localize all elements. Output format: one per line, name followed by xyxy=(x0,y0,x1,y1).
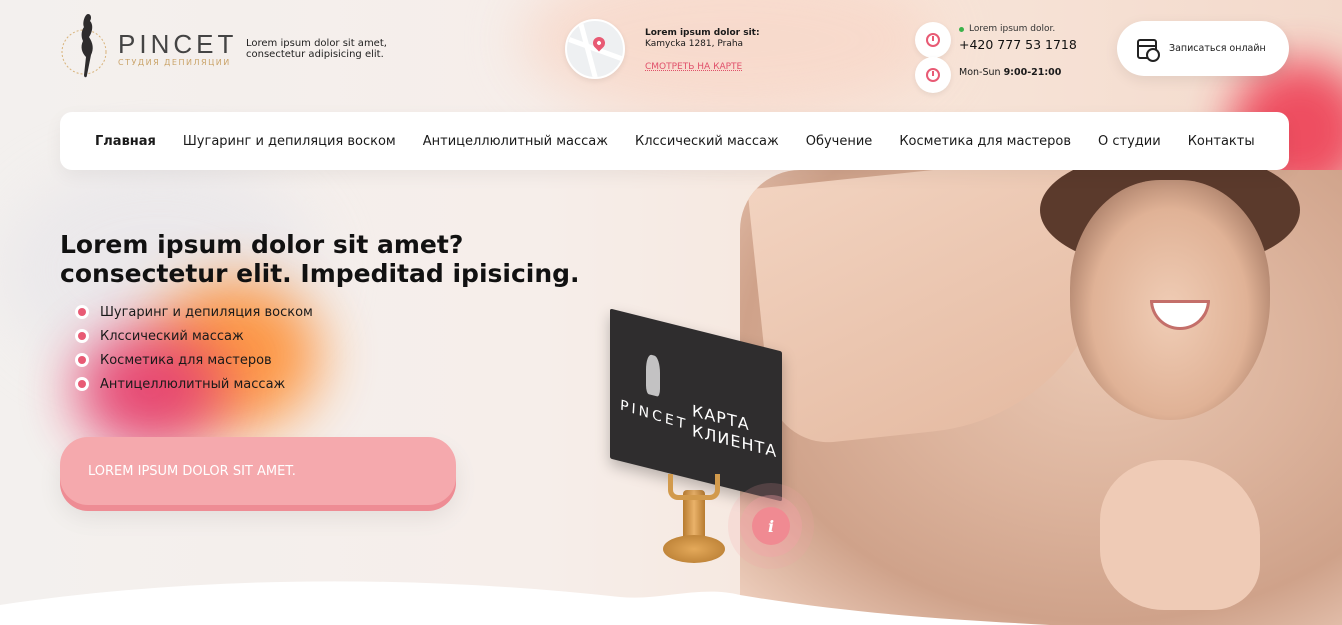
list-item: Антицеллюлитный массаж xyxy=(78,372,313,396)
address-title: Lorem ipsum dolor sit: xyxy=(645,28,760,38)
calendar-icon xyxy=(1137,38,1160,62)
list-item: Косметика для мастеров xyxy=(78,348,313,372)
list-item: Шугаринг и депиляция воском xyxy=(78,300,313,324)
services-list: Шугаринг и депиляция воском Клссический … xyxy=(78,300,313,396)
opening-hours: Mon-Sun 9:00-21:00 xyxy=(959,67,1061,78)
bullet-icon xyxy=(78,380,86,388)
hero-title-part: consectetur elit. xyxy=(60,259,301,288)
card-stand-clip xyxy=(668,474,720,500)
brand-subtitle: СТУДИЯ ДЕПИЛЯЦИИ xyxy=(118,58,231,67)
clock-icon xyxy=(926,68,940,82)
hours-days: Mon-Sun xyxy=(959,67,1001,78)
nav-item-about[interactable]: О студии xyxy=(1098,134,1161,149)
hero-title-bold: Impeditad ipisicing. xyxy=(300,259,580,288)
contact-block: Lorem ipsum dolor. +420 777 53 1718 xyxy=(959,24,1077,52)
card-stand-base xyxy=(663,535,725,563)
nav-item-anticellulite[interactable]: Антицеллюлитный массаж xyxy=(423,134,608,149)
card-brand: PINCET xyxy=(619,397,689,434)
silhouette-logo-icon xyxy=(646,353,660,398)
status-text: Lorem ipsum dolor. xyxy=(969,24,1056,34)
silhouette-logo-icon xyxy=(61,14,107,78)
online-dot-icon xyxy=(959,26,964,32)
nav-item-contacts[interactable]: Контакты xyxy=(1188,134,1255,149)
hours-time: 9:00-21:00 xyxy=(1003,67,1062,78)
address-block: Lorem ipsum dolor sit: Kamycka 1281, Pra… xyxy=(645,28,760,73)
hero-title-bold: dolor sit amet? xyxy=(251,230,464,259)
clock-icon-wrap xyxy=(915,57,951,93)
clock-icon-wrap xyxy=(915,22,951,58)
hero-title-part: Lorem ipsum xyxy=(60,230,252,259)
list-item: Клссический массаж xyxy=(78,324,313,348)
nav-item-sugaring[interactable]: Шугаринг и депиляция воском xyxy=(183,134,396,149)
nav-item-classic-massage[interactable]: Клссический массаж xyxy=(635,134,779,149)
bullet-icon xyxy=(78,332,86,340)
bottom-wave xyxy=(0,581,1050,625)
info-icon[interactable]: i xyxy=(752,507,790,545)
service-label: Клссический массаж xyxy=(100,328,244,344)
address-line: Kamycka 1281, Praha xyxy=(645,39,744,49)
main-nav: Главная Шугаринг и депиляция воском Анти… xyxy=(60,112,1289,170)
hero-photo xyxy=(740,170,1342,625)
clock-icon xyxy=(926,33,940,47)
status-line: Lorem ipsum dolor. xyxy=(959,24,1077,34)
logo[interactable]: PINCET СТУДИЯ ДЕПИЛЯЦИИ xyxy=(58,8,237,88)
service-label: Антицеллюлитный массаж xyxy=(100,376,286,392)
map-thumbnail[interactable] xyxy=(565,19,625,79)
map-link[interactable]: СМОТРЕТЬ НА КАРТЕ xyxy=(645,62,760,73)
service-label: Шугаринг и депиляция воском xyxy=(100,304,313,320)
book-online-button[interactable]: Записаться онлайн xyxy=(1117,21,1289,76)
book-online-label: Записаться онлайн xyxy=(1169,43,1266,54)
bullet-icon xyxy=(78,308,86,316)
service-label: Косметика для мастеров xyxy=(100,352,272,368)
bullet-icon xyxy=(78,356,86,364)
header-tagline: Lorem ipsum dolor sit amet, consectetur … xyxy=(246,38,387,60)
phone-number[interactable]: +420 777 53 1718 xyxy=(959,37,1077,52)
cta-button[interactable]: LOREM IPSUM DOLOR SIT AMET. xyxy=(60,437,456,505)
nav-item-training[interactable]: Обучение xyxy=(806,134,873,149)
nav-item-home[interactable]: Главная xyxy=(95,134,156,149)
card-title: КАРТА КЛИЕНТА xyxy=(692,401,777,462)
brand-name: PINCET xyxy=(118,29,238,59)
nav-item-cosmetics[interactable]: Косметика для мастеров xyxy=(899,134,1071,149)
hero-title: Lorem ipsum dolor sit amet? consectetur … xyxy=(60,230,580,288)
